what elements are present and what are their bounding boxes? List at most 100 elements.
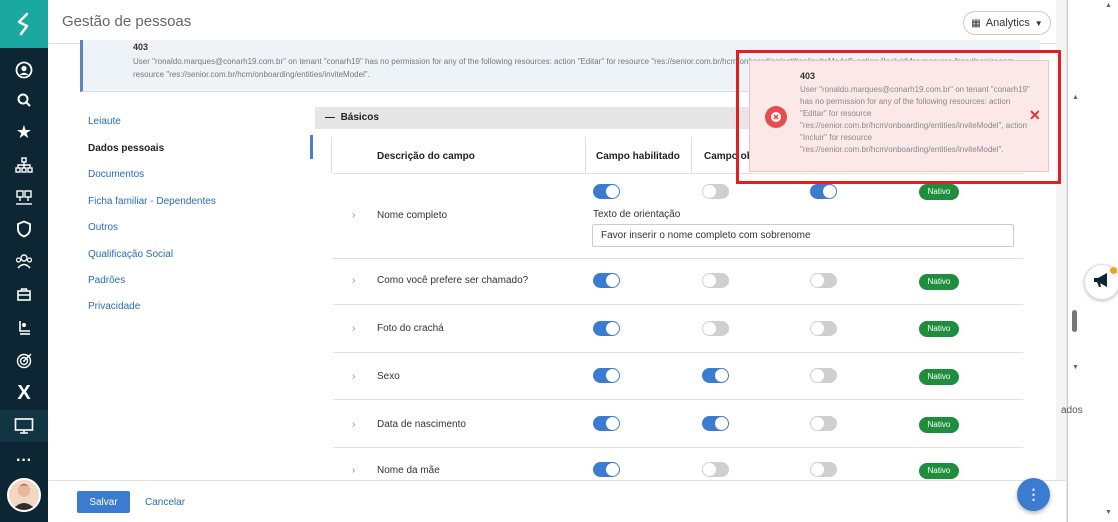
row-divider [333,352,1023,353]
analytics-label: Analytics [985,17,1030,29]
chevron-right-icon[interactable]: › [352,323,355,334]
collapse-icon[interactable]: — [325,112,335,123]
org-chart-icon[interactable] [12,153,36,177]
row-label: Foto do crachá [377,323,444,334]
toggle-other[interactable] [810,368,837,383]
app-header: Gestão de pessoas ▦ Analytics ▼ [48,0,1066,44]
row-label: Como você prefere ser chamado? [377,275,529,286]
avatar[interactable] [7,478,41,512]
menu-item-qualificacao-social[interactable]: Qualificação Social [88,249,173,260]
row-label: Nome da mãe [377,465,440,476]
announcements-button[interactable] [1084,264,1118,300]
form-footer: Salvar Cancelar [48,480,1066,522]
toggle-other[interactable] [810,184,837,199]
menu-item-privacidade[interactable]: Privacidade [88,301,140,312]
toast-message: User "ronaldo.marques@conarh19.com.br" o… [800,85,1030,154]
row-label: Data de nascimento [377,419,466,430]
row-label: Nome completo [377,210,448,221]
logo-icon[interactable] [0,0,48,48]
megaphone-icon [1092,271,1112,294]
analytics-button[interactable]: ▦ Analytics ▼ [963,11,1051,35]
guidance-label: Texto de orientação [593,209,681,220]
status-badge: Nativo [919,463,959,479]
row-label: Sexo [377,371,400,382]
chevron-right-icon[interactable]: › [352,419,355,430]
menu-item-outros[interactable]: Outros [88,222,118,233]
left-navigation: ★ X ··· [0,0,48,522]
scroll-up-icon[interactable]: ▲ [1105,2,1112,9]
user-circle-icon[interactable] [12,58,36,82]
toggle-other[interactable] [810,416,837,431]
chevron-right-icon[interactable]: › [352,371,355,382]
toggle-required[interactable] [702,273,729,288]
toggle-enabled[interactable] [593,273,620,288]
col-divider [331,137,332,173]
scroll-up-icon[interactable]: ▲ [1072,94,1079,101]
error-toast: 403 User "ronaldo.marques@conarh19.com.b… [749,60,1049,172]
more-icon[interactable]: ··· [12,449,36,473]
col-divider [691,137,692,173]
status-badge: Nativo [919,274,959,290]
chevron-right-icon[interactable]: › [352,275,355,286]
menu-item-ficha-familiar[interactable]: Ficha familiar - Dependentes [88,196,216,207]
page-title: Gestão de pessoas [62,13,192,30]
toggle-enabled[interactable] [593,416,620,431]
toggle-required[interactable] [702,462,729,477]
close-icon[interactable]: ✕ [1029,107,1041,124]
status-badge: Nativo [919,184,959,200]
chevron-right-icon[interactable]: › [352,465,355,476]
save-button[interactable]: Salvar [77,491,130,513]
col-divider [585,137,586,173]
toggle-required[interactable] [702,368,729,383]
shield-icon[interactable] [12,217,36,241]
chevron-right-icon[interactable]: › [352,210,355,221]
status-badge: Nativo [919,321,959,337]
toggle-required[interactable] [702,184,729,199]
search-icon[interactable] [12,88,36,112]
menu-item-padroes[interactable]: Padrões [88,275,125,286]
menu-item-dados-pessoais[interactable]: Dados pessoais [88,143,164,154]
menu-item-leiaute[interactable]: Leiaute [88,116,121,127]
toggle-enabled[interactable] [593,321,620,336]
toggle-enabled[interactable] [593,368,620,383]
target-icon[interactable] [12,348,36,372]
x-icon[interactable]: X [12,381,36,405]
more-actions-button[interactable]: ⋮ [1017,478,1050,511]
toggle-enabled[interactable] [593,184,620,199]
toggle-required[interactable] [702,321,729,336]
menu-item-documentos[interactable]: Documentos [88,169,144,180]
grid-icon: ▦ [971,17,981,29]
error-icon [765,106,787,128]
cancel-link[interactable]: Cancelar [145,497,185,508]
section-title: Básicos [340,112,379,123]
row-divider [333,304,1023,305]
guidance-input[interactable] [592,224,1014,247]
active-menu-marker [310,135,313,159]
toggle-required[interactable] [702,416,729,431]
toggle-other[interactable] [810,321,837,336]
row-divider [333,258,1023,259]
row-divider [333,399,1023,400]
toggle-other[interactable] [810,273,837,288]
briefcase-icon[interactable] [12,282,36,306]
row-divider [333,447,1023,448]
scroll-down-icon[interactable]: ▼ [1105,509,1112,516]
employees-icon[interactable] [12,249,36,273]
panel-text: ados [1061,405,1083,416]
monitor-icon[interactable] [0,410,48,442]
toggle-other[interactable] [810,462,837,477]
people-icon[interactable] [12,185,36,209]
notification-dot [1110,267,1117,274]
toast-code: 403 [800,71,816,81]
scroll-down-icon[interactable]: ▼ [1072,364,1079,371]
app-window: ★ X ··· Gestão de pessoas ▦ Analytics ▼ … [0,0,1118,522]
more-vertical-icon: ⋮ [1026,486,1041,502]
section-menu: Leiaute Dados pessoais Documentos Ficha … [48,108,314,468]
person-board-icon[interactable] [12,315,36,339]
status-badge: Nativo [919,369,959,385]
column-header-descricao: Descrição do campo [377,151,475,162]
right-panel: ▲ ▲ ▼ ados ▼ [1061,0,1118,522]
toggle-enabled[interactable] [593,462,620,477]
scrollbar-thumb[interactable] [1072,310,1077,332]
star-icon[interactable]: ★ [12,120,36,144]
